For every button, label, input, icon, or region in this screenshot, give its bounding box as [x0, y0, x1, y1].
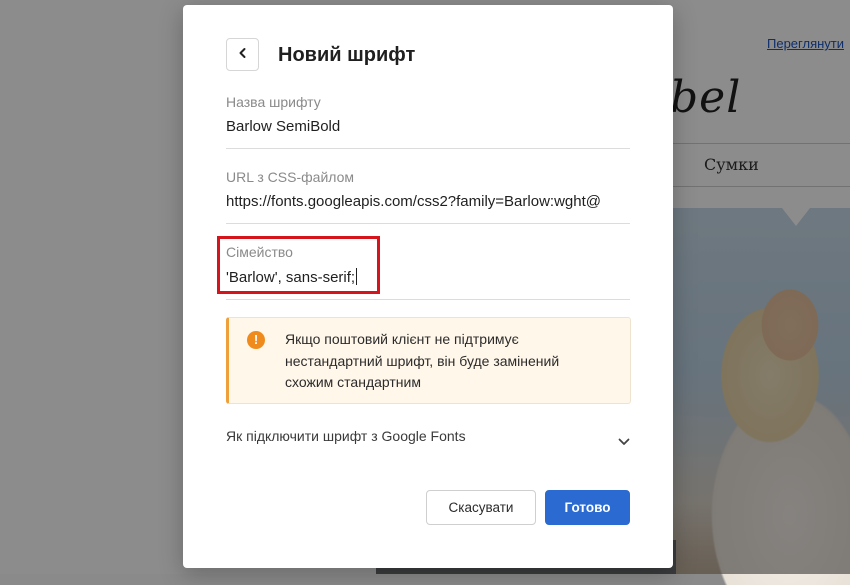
new-font-dialog: Новий шрифт Назва шрифту Barlow SemiBold…	[183, 5, 673, 568]
done-button[interactable]: Готово	[545, 490, 630, 525]
dialog-title: Новий шрифт	[278, 44, 416, 66]
chevron-left-icon	[237, 46, 249, 64]
font-name-field[interactable]: Назва шрифту Barlow SemiBold	[226, 94, 630, 149]
back-button[interactable]	[226, 38, 259, 71]
font-fallback-notice: ! Якщо поштовий клієнт не підтримує нест…	[226, 317, 631, 404]
family-field[interactable]: Сімейство 'Barlow', sans-serif;	[226, 244, 630, 300]
font-name-input[interactable]: Barlow SemiBold	[226, 118, 630, 149]
family-label: Сімейство	[226, 244, 293, 260]
family-input-text: 'Barlow', sans-serif;	[226, 269, 356, 286]
chevron-down-icon	[618, 433, 630, 451]
family-input[interactable]: 'Barlow', sans-serif;	[226, 268, 630, 300]
css-url-label: URL з CSS-файлом	[226, 169, 354, 185]
text-caret	[356, 268, 358, 285]
css-url-field[interactable]: URL з CSS-файлом https://fonts.googleapi…	[226, 169, 630, 224]
notice-text: Якщо поштовий клієнт не підтримує нестан…	[285, 331, 560, 390]
cancel-button[interactable]: Скасувати	[426, 490, 536, 525]
exclamation-icon: !	[247, 331, 265, 349]
css-url-input[interactable]: https://fonts.googleapis.com/css2?family…	[226, 193, 630, 224]
accordion-label: Як підключити шрифт з Google Fonts	[226, 428, 466, 444]
google-fonts-help-accordion[interactable]: Як підключити шрифт з Google Fonts	[226, 428, 630, 450]
font-name-label: Назва шрифту	[226, 94, 321, 110]
